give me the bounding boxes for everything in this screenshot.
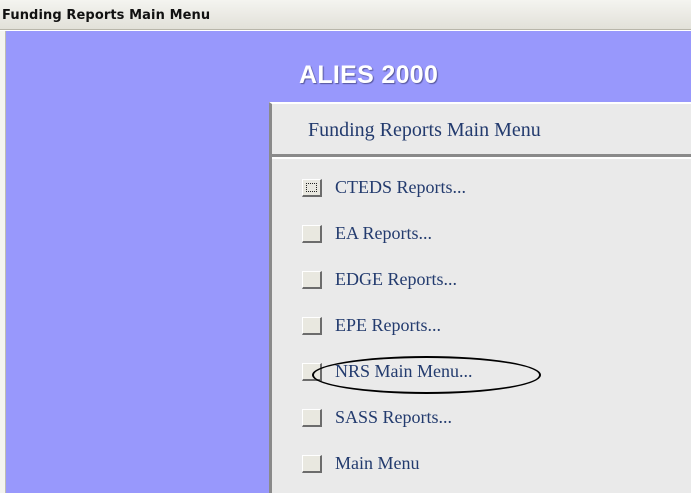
menu-panel: Funding Reports Main Menu CTEDS Reports.… — [269, 102, 691, 493]
panel-title: Funding Reports Main Menu — [308, 119, 541, 141]
nrs-main-menu-button[interactable] — [302, 363, 322, 381]
ea-reports-button[interactable] — [302, 225, 322, 243]
menu-item-label: EDGE Reports... — [335, 269, 457, 289]
menu-item-edge-reports[interactable]: EDGE Reports... — [302, 267, 662, 293]
menu-item-cteds-reports[interactable]: CTEDS Reports... — [302, 175, 662, 201]
panel-header: Funding Reports Main Menu — [272, 104, 691, 159]
menu-item-epe-reports[interactable]: EPE Reports... — [302, 313, 662, 339]
sass-reports-button[interactable] — [302, 409, 322, 427]
menu-item-ea-reports[interactable]: EA Reports... — [302, 221, 662, 247]
menu-item-label: Main Menu — [335, 453, 420, 473]
window-title: Funding Reports Main Menu — [2, 8, 211, 23]
menu-item-label: EA Reports... — [335, 223, 432, 243]
menu-item-sass-reports[interactable]: SASS Reports... — [302, 405, 662, 431]
app-title: ALIES 2000 — [299, 61, 439, 89]
menu-item-nrs-main-menu[interactable]: NRS Main Menu... — [302, 359, 662, 385]
menu-item-label: EPE Reports... — [335, 315, 441, 335]
edge-reports-button[interactable] — [302, 271, 322, 289]
epe-reports-button[interactable] — [302, 317, 322, 335]
cteds-reports-button[interactable] — [302, 179, 322, 197]
menu-item-label: CTEDS Reports... — [335, 177, 467, 197]
window-titlebar: Funding Reports Main Menu — [0, 0, 691, 30]
menu-item-label: NRS Main Menu... — [335, 361, 473, 381]
menu-item-main-menu[interactable]: Main Menu — [302, 451, 662, 477]
main-menu-button[interactable] — [302, 455, 322, 473]
menu-item-label: SASS Reports... — [335, 407, 453, 427]
